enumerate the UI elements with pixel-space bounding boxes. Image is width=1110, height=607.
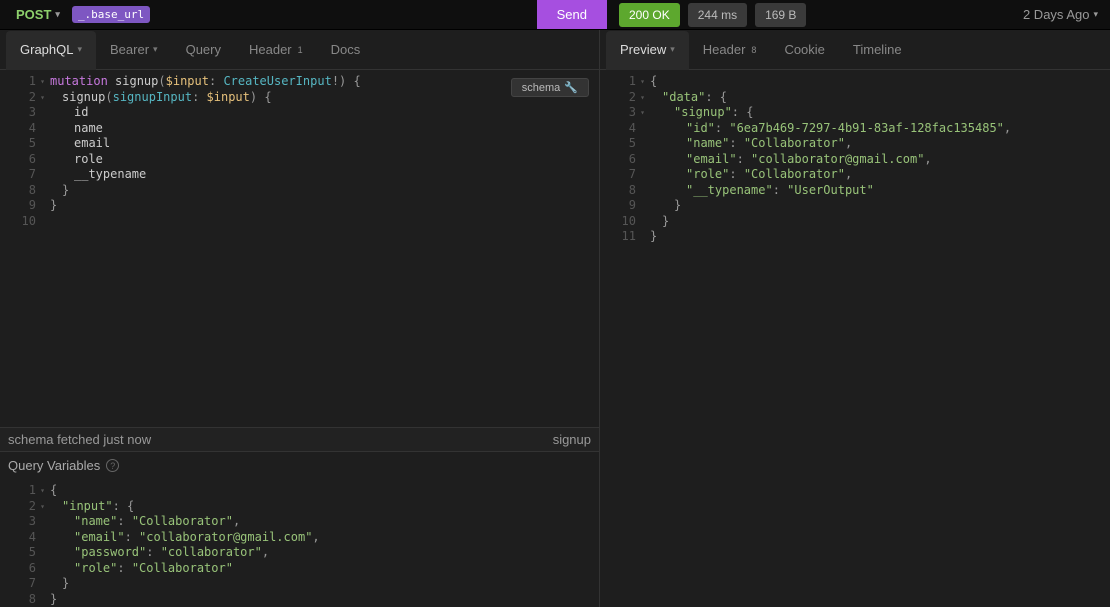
timestamp-dropdown[interactable]: 2 Days Ago ▾ [1023,7,1102,22]
response-tabbar: Preview ▾ Header8 Cookie Timeline [600,30,1110,70]
tab-header[interactable]: Header1 [235,30,317,69]
chevron-down-icon: ▾ [153,44,158,55]
chevron-down-icon: ▾ [670,44,675,55]
tab-cookie[interactable]: Cookie [770,30,838,69]
response-code: { "data": { "signup": { "id": "6ea7b469-… [642,70,1110,607]
operation-name: signup [553,432,591,447]
schema-button[interactable]: schema 🔧 [511,78,589,97]
request-pane: GraphQL ▾ Bearer ▾ Query Header1 Docs 12… [0,30,600,607]
tab-docs[interactable]: Docs [317,30,375,69]
request-editor[interactable]: 12345678910 mutation signup($input: Crea… [0,70,599,427]
top-bar: POST ▾ _.base_url Send 200 OK 244 ms 169… [0,0,1110,30]
chevron-down-icon: ▾ [77,44,82,55]
tab-query[interactable]: Query [172,30,235,69]
tab-timeline[interactable]: Timeline [839,30,916,69]
editor-statusbar: schema fetched just now signup [0,427,599,451]
tab-response-header[interactable]: Header8 [689,30,771,69]
method-dropdown[interactable]: POST ▾ [8,7,68,22]
url-variable[interactable]: _.base_url [72,6,150,23]
response-editor[interactable]: 1234567891011 { "data": { "signup": { "i… [600,70,1110,607]
query-variables-header[interactable]: Query Variables ? [0,451,599,479]
response-pane: Preview ▾ Header8 Cookie Timeline 123456… [600,30,1110,607]
method-label: POST [16,7,51,22]
wrench-icon: 🔧 [564,81,578,94]
query-variables-editor[interactable]: 12345678 { "input": { "name": "Collabora… [0,479,599,607]
schema-status: schema fetched just now [8,432,151,447]
response-size: 169 B [755,3,806,27]
response-time: 244 ms [688,3,747,27]
send-button[interactable]: Send [537,0,607,29]
line-gutter: 12345678910 [0,70,42,427]
status-badge: 200 OK [619,3,680,27]
tab-preview[interactable]: Preview ▾ [606,31,689,70]
request-tabbar: GraphQL ▾ Bearer ▾ Query Header1 Docs [0,30,599,70]
line-gutter: 12345678 [0,479,42,607]
tab-bearer[interactable]: Bearer ▾ [96,30,172,69]
chevron-down-icon: ▾ [55,9,60,20]
request-code[interactable]: mutation signup($input: CreateUserInput!… [42,70,599,427]
chevron-down-icon: ▾ [1093,9,1098,20]
tab-graphql[interactable]: GraphQL ▾ [6,31,96,70]
qv-code[interactable]: { "input": { "name": "Collaborator", "em… [42,479,599,607]
help-icon[interactable]: ? [106,459,119,472]
line-gutter: 1234567891011 [600,70,642,607]
